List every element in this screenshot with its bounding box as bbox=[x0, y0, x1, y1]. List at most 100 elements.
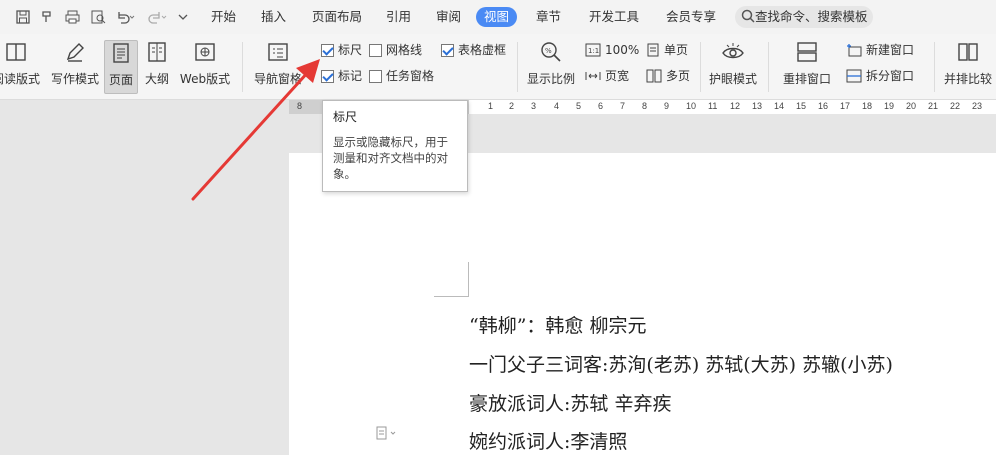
page-icon bbox=[113, 43, 129, 63]
ruler-tick-label: 9 bbox=[664, 101, 670, 111]
nav-pane-button[interactable]: 导航窗格 bbox=[250, 40, 306, 94]
multi-page-button[interactable]: 多页 bbox=[646, 67, 690, 85]
ruler-tick-label: 13 bbox=[752, 101, 763, 111]
save-icon[interactable] bbox=[14, 8, 32, 26]
format-painter-icon[interactable] bbox=[38, 8, 56, 26]
tab-home[interactable]: 开始 bbox=[211, 7, 236, 27]
zoom-button[interactable]: % 显示比例 bbox=[524, 40, 578, 94]
svg-text:%: % bbox=[545, 47, 552, 55]
customize-toolbar-icon[interactable] bbox=[176, 8, 190, 26]
document-line[interactable]: 婉约派词人:李清照 bbox=[469, 427, 627, 454]
single-page-icon bbox=[647, 43, 659, 57]
tooltip-body: 显示或隐藏标尺，用于测量和对齐文档中的对象。 bbox=[333, 135, 448, 181]
ruler-tick-label: 4 bbox=[554, 101, 560, 111]
ruler-tick-label: 20 bbox=[906, 101, 917, 111]
checkbox-unchecked-icon bbox=[369, 69, 382, 83]
document-line[interactable]: “韩柳”：韩愈 柳宗元 bbox=[469, 311, 646, 338]
ruler-tick-label: 8 bbox=[297, 101, 303, 111]
gridlines-label: 网格线 bbox=[386, 43, 423, 57]
split-window-icon bbox=[846, 69, 862, 83]
tab-developer[interactable]: 开发工具 bbox=[589, 7, 639, 27]
ribbon-divider bbox=[934, 42, 935, 92]
ruler-label: 标尺 bbox=[338, 43, 363, 57]
eye-mode-button[interactable]: 护眼模式 bbox=[706, 40, 760, 94]
task-pane-checkbox[interactable]: 任务窗格 bbox=[369, 68, 434, 84]
ruler-tick-label: 6 bbox=[598, 101, 604, 111]
split-window-button[interactable]: 拆分窗口 bbox=[846, 67, 914, 85]
page-mode-label: 页面 bbox=[108, 73, 133, 87]
eye-mode-label: 护眼模式 bbox=[708, 72, 757, 86]
web-mode-button[interactable]: Web版式 bbox=[177, 40, 233, 94]
write-mode-button[interactable]: 写作模式 bbox=[48, 40, 102, 94]
web-mode-label: Web版式 bbox=[179, 72, 231, 86]
tab-page-layout[interactable]: 页面布局 bbox=[312, 7, 362, 27]
ruler-tick-label: 22 bbox=[950, 101, 961, 111]
menu-tab-bar: 开始 插入 页面布局 引用 审阅 视图 章节 开发工具 会员专享 查找命令、搜索… bbox=[0, 0, 996, 34]
arrange-windows-icon bbox=[797, 42, 817, 62]
arrange-windows-button[interactable]: 重排窗口 bbox=[776, 40, 838, 94]
markup-checkbox[interactable]: 标记 bbox=[321, 68, 362, 84]
tab-member[interactable]: 会员专享 bbox=[666, 7, 716, 27]
side-by-side-icon bbox=[958, 43, 978, 61]
ribbon-divider bbox=[242, 42, 243, 92]
side-by-side-button[interactable]: 并排比较 bbox=[940, 40, 996, 94]
outline-button[interactable]: 大纲 bbox=[142, 40, 172, 94]
document-line[interactable]: 一门父子三词客:苏洵(老苏) 苏轼(大苏) 苏辙(小苏) bbox=[469, 350, 893, 377]
print-preview-icon[interactable] bbox=[89, 8, 107, 26]
tab-insert[interactable]: 插入 bbox=[261, 7, 286, 27]
paragraph-layout-icon[interactable] bbox=[376, 426, 400, 440]
redo-icon[interactable] bbox=[146, 8, 168, 26]
zoom-100-button[interactable]: 1:1 100% bbox=[585, 41, 639, 59]
checkbox-checked-icon bbox=[321, 43, 334, 57]
nav-pane-label: 导航窗格 bbox=[253, 72, 302, 86]
ruler-tick-label: 7 bbox=[620, 101, 626, 111]
ruler-tick-label: 17 bbox=[840, 101, 851, 111]
tooltip-title: 标尺 bbox=[333, 110, 358, 124]
outline-icon bbox=[148, 42, 166, 62]
search-placeholder: 查找命令、搜索模板 bbox=[755, 9, 868, 24]
ruler-tick-label: 10 bbox=[686, 101, 697, 111]
document-line[interactable]: 豪放派词人:苏轼 辛弃疾 bbox=[469, 389, 671, 416]
print-icon[interactable] bbox=[63, 8, 81, 26]
arrange-windows-label: 重排窗口 bbox=[782, 72, 831, 86]
margin-corner-mark bbox=[434, 296, 469, 297]
table-gridlines-checkbox[interactable]: 表格虚框 bbox=[441, 42, 506, 58]
single-page-button[interactable]: 单页 bbox=[646, 41, 688, 59]
outline-label: 大纲 bbox=[144, 72, 169, 86]
ruler-checkbox[interactable]: 标尺 bbox=[321, 42, 362, 58]
nav-pane-icon bbox=[268, 43, 288, 61]
gridlines-checkbox[interactable]: 网格线 bbox=[369, 42, 422, 58]
ruler-tick-label: 8 bbox=[642, 101, 648, 111]
command-search-input[interactable]: 查找命令、搜索模板 bbox=[735, 6, 873, 28]
ruler-tick-label: 12 bbox=[730, 101, 741, 111]
new-window-icon bbox=[847, 44, 862, 57]
read-mode-icon bbox=[6, 43, 26, 61]
ribbon-divider bbox=[517, 42, 518, 92]
ruler-tick-label: 5 bbox=[576, 101, 582, 111]
ruler-tick-label: 11 bbox=[708, 101, 718, 111]
page-width-button[interactable]: 页宽 bbox=[585, 67, 629, 85]
ruler-tick-label: 18 bbox=[862, 101, 873, 111]
ruler-tick-label: 19 bbox=[884, 101, 895, 111]
svg-text:1:1: 1:1 bbox=[588, 47, 599, 55]
ruler-tick-label: 21 bbox=[928, 101, 939, 111]
zoom-label: 显示比例 bbox=[526, 72, 575, 86]
tab-section[interactable]: 章节 bbox=[536, 7, 561, 27]
ruler-tick-label: 1 bbox=[488, 101, 494, 111]
read-mode-button[interactable]: 阅读版式 bbox=[0, 40, 40, 94]
new-window-button[interactable]: 新建窗口 bbox=[846, 41, 914, 59]
tab-view[interactable]: 视图 bbox=[476, 7, 518, 27]
margin-corner-mark bbox=[468, 262, 469, 296]
tab-review[interactable]: 审阅 bbox=[436, 7, 461, 27]
page-mode-button[interactable]: 页面 bbox=[104, 40, 138, 94]
undo-icon[interactable] bbox=[114, 8, 136, 26]
write-mode-label: 写作模式 bbox=[50, 72, 99, 86]
markup-label: 标记 bbox=[338, 69, 363, 83]
split-window-label: 拆分窗口 bbox=[866, 69, 915, 83]
ruler-tick-label: 23 bbox=[972, 101, 983, 111]
checkbox-checked-icon bbox=[321, 69, 334, 83]
ratio-icon: 1:1 bbox=[585, 43, 601, 57]
multi-page-label: 多页 bbox=[666, 69, 691, 83]
tab-references[interactable]: 引用 bbox=[386, 7, 411, 27]
checkbox-unchecked-icon bbox=[369, 43, 382, 57]
